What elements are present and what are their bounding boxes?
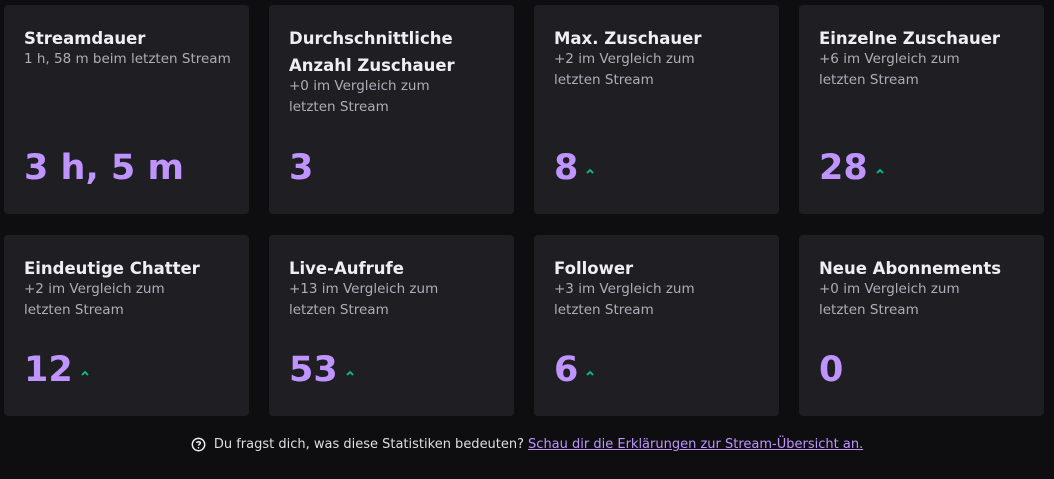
stat-card-avg-viewers: Durchschnittliche Anzahl Zuschauer +0 im… xyxy=(269,5,514,214)
stat-value: 53 xyxy=(289,350,355,390)
stat-title: Eindeutige Chatter xyxy=(24,259,200,278)
stat-comparison: +0 im Vergleich zum letzten Stream xyxy=(289,78,430,115)
stat-card-unique-chatters: Eindeutige Chatter +2 im Vergleich zum l… xyxy=(4,235,249,416)
trend-up-icon xyxy=(346,370,354,376)
stat-value: 8 xyxy=(554,148,595,188)
stat-card-live-views: Live-Aufrufe +13 im Vergleich zum letzte… xyxy=(269,235,514,416)
stat-value: 3 h, 5 m xyxy=(24,148,184,188)
stats-grid: Streamdauer 1 h, 58 m beim letzten Strea… xyxy=(4,5,1044,416)
stat-card-new-subscriptions: Neue Abonnements +0 im Vergleich zum let… xyxy=(799,235,1044,416)
stat-value: 6 xyxy=(554,350,595,390)
stat-title: Einzelne Zuschauer xyxy=(819,29,1001,48)
stat-comparison: 1 h, 58 m beim letzten Stream xyxy=(24,51,231,67)
stats-help-footer: Du fragst dich, was diese Statistiken be… xyxy=(0,437,1054,452)
stat-card-stream-duration: Streamdauer 1 h, 58 m beim letzten Strea… xyxy=(4,5,249,214)
stat-comparison: +6 im Vergleich zum letzten Stream xyxy=(819,51,960,88)
help-question-text: Du fragst dich, was diese Statistiken be… xyxy=(213,437,525,452)
stat-comparison: +13 im Vergleich zum letzten Stream xyxy=(289,281,439,318)
stat-value: 12 xyxy=(24,350,90,390)
stat-title: Max. Zuschauer xyxy=(554,29,702,48)
stat-title: Streamdauer xyxy=(24,29,146,48)
stat-card-max-viewers: Max. Zuschauer +2 im Vergleich zum letzt… xyxy=(534,5,779,214)
stat-comparison: +3 im Vergleich zum letzten Stream xyxy=(554,281,695,318)
stat-comparison: +2 im Vergleich zum letzten Stream xyxy=(554,51,695,88)
stat-comparison: +2 im Vergleich zum letzten Stream xyxy=(24,281,165,318)
stat-card-unique-viewers: Einzelne Zuschauer +6 im Vergleich zum l… xyxy=(799,5,1044,214)
stream-summary-explanation-link[interactable]: Schau dir die Erklärungen zur Stream-Übe… xyxy=(528,437,863,452)
stat-title: Neue Abonnements xyxy=(819,259,1002,278)
stat-card-followers: Follower +3 im Vergleich zum letzten Str… xyxy=(534,235,779,416)
trend-up-icon xyxy=(81,370,89,376)
stat-title: Live-Aufrufe xyxy=(289,259,404,278)
help-circle-icon xyxy=(191,437,206,452)
stat-value: 3 xyxy=(289,148,314,188)
stat-comparison: +0 im Vergleich zum letzten Stream xyxy=(819,281,960,318)
stat-value: 28 xyxy=(819,148,885,188)
stat-value: 0 xyxy=(819,350,844,390)
trend-up-icon xyxy=(876,168,884,174)
trend-up-icon xyxy=(586,370,594,376)
stat-title: Durchschnittliche Anzahl Zuschauer xyxy=(289,29,455,75)
trend-up-icon xyxy=(586,168,594,174)
stat-title: Follower xyxy=(554,259,634,278)
